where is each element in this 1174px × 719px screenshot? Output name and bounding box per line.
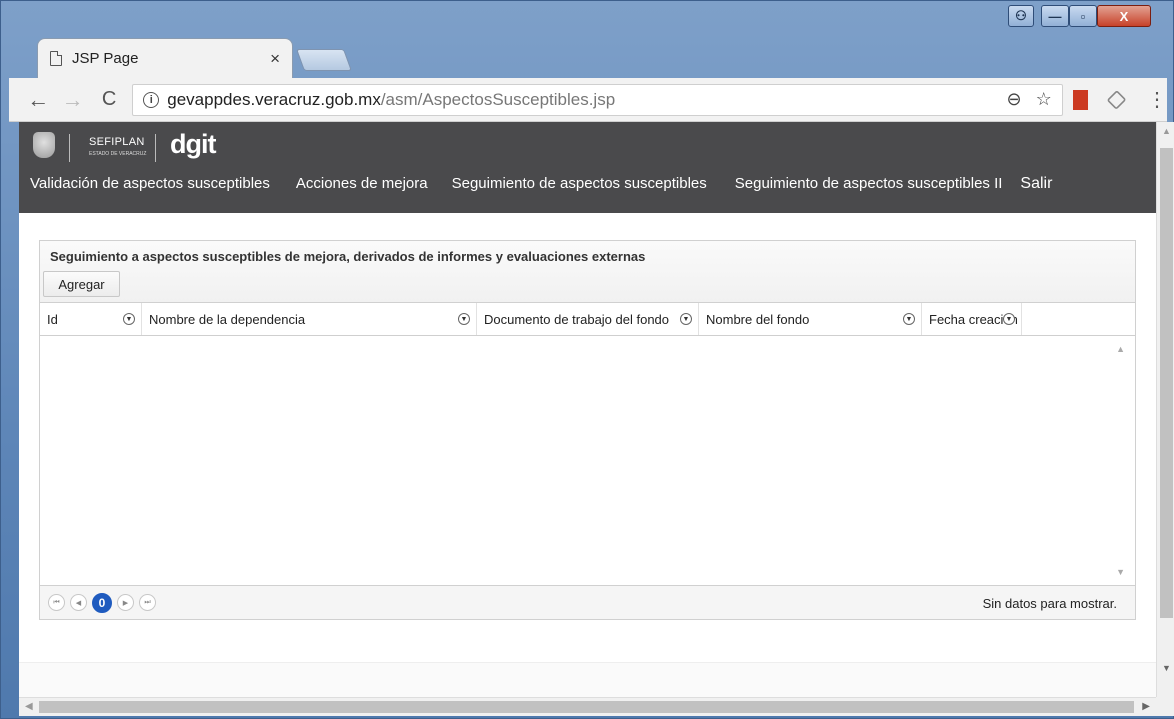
grid-header: Id ▼ Nombre de la dependencia ▼ Document… (40, 303, 1135, 336)
grid-panel: Seguimiento a aspectos susceptibles de m… (39, 240, 1136, 620)
filter-icon[interactable]: ▼ (680, 313, 692, 325)
reload-button[interactable]: C (96, 88, 122, 111)
logo-divider (69, 134, 70, 162)
nav-seguimiento[interactable]: Seguimiento de aspectos susceptibles (452, 175, 707, 193)
address-bar[interactable]: i gevappdes.veracruz.gob.mx /asm/Aspecto… (132, 83, 1063, 116)
panel-title: Seguimiento a aspectos susceptibles de m… (50, 249, 646, 264)
column-header-id[interactable]: Id ▼ (40, 303, 142, 335)
main-nav: Validación de aspectos susceptibles Acci… (30, 175, 1052, 193)
new-tab-button[interactable] (295, 49, 353, 71)
browser-toolbar: ← → C i gevappdes.veracruz.gob.mx /asm/A… (9, 78, 1167, 122)
horizontal-scrollbar[interactable]: ◀ ▶ (19, 697, 1156, 716)
app-header: SEFIPLAN ESTADO DE VERACRUZ dgit Validac… (19, 122, 1156, 213)
first-page-icon[interactable]: ⏮ (48, 594, 65, 611)
vertical-scrollbar[interactable]: ▲ ▼ (1156, 122, 1174, 697)
empty-message: Sin datos para mostrar. (982, 596, 1117, 611)
scroll-thumb[interactable] (39, 701, 1134, 713)
scroll-corner (1156, 697, 1174, 716)
close-tab-icon[interactable]: × (270, 49, 280, 69)
maximize-button[interactable]: ▫ (1069, 5, 1097, 27)
column-label: Documento de trabajo del fondo (484, 311, 670, 327)
pager: ⏮ ◀ 0 ▶ ⏭ Sin datos para mostrar. (40, 586, 1135, 619)
scroll-up-icon[interactable]: ▲ (1116, 344, 1125, 354)
extension-icon[interactable] (1106, 89, 1127, 110)
dgit-logo: dgit (170, 129, 216, 159)
browser-window: ⚇ — ▫ X JSP Page × ← → C i gevappdes.ver… (0, 0, 1174, 719)
scroll-up-icon[interactable]: ▲ (1162, 126, 1171, 136)
scroll-down-icon[interactable]: ▼ (1162, 663, 1171, 673)
next-page-icon[interactable]: ▶ (117, 594, 134, 611)
page-footer (19, 662, 1156, 697)
column-header-documento[interactable]: Documento de trabajo del fondo ▼ (477, 303, 699, 335)
prev-page-icon[interactable]: ◀ (70, 594, 87, 611)
sefiplan-subtitle: ESTADO DE VERACRUZ (89, 151, 147, 157)
column-header-fecha[interactable]: Fecha creación ▼ (922, 303, 1022, 335)
filter-icon[interactable]: ▼ (903, 313, 915, 325)
nav-seguimiento-ii[interactable]: Seguimiento de aspectos susceptibles II (735, 175, 1003, 193)
panel-header: Seguimiento a aspectos susceptibles de m… (40, 241, 1135, 303)
page-icon (50, 51, 62, 66)
current-page-button[interactable]: 0 (92, 592, 112, 613)
column-header-dependencia[interactable]: Nombre de la dependencia ▼ (142, 303, 477, 335)
browser-tab[interactable]: JSP Page × (37, 38, 293, 78)
url-path: /asm/AspectosSusceptibles.jsp (380, 89, 616, 109)
column-header-fondo[interactable]: Nombre del fondo ▼ (699, 303, 922, 335)
column-label: Nombre de la dependencia (149, 311, 306, 327)
last-page-icon[interactable]: ⏭ (139, 594, 156, 611)
filter-icon[interactable]: ▼ (123, 313, 135, 325)
url-host: gevappdes.veracruz.gob.mx (167, 89, 381, 109)
column-label: Nombre del fondo (706, 311, 810, 327)
filter-icon[interactable]: ▼ (458, 313, 470, 325)
scroll-thumb[interactable] (1160, 148, 1173, 618)
scroll-right-icon[interactable]: ▶ (1142, 701, 1150, 712)
nav-acciones-mejora[interactable]: Acciones de mejora (296, 175, 428, 193)
menu-icon[interactable]: ⋮ (1147, 87, 1167, 112)
nav-salir[interactable]: Salir (1020, 175, 1052, 193)
veracruz-crest-logo (33, 132, 55, 158)
sefiplan-logo: SEFIPLAN (89, 136, 145, 148)
zoom-icon[interactable]: ⊖ (1006, 89, 1021, 110)
add-button[interactable]: Agregar (43, 271, 120, 297)
forward-button[interactable]: → (59, 87, 85, 113)
info-icon[interactable]: i (143, 91, 160, 108)
column-header-spacer (1022, 303, 1135, 335)
logo-divider (155, 134, 156, 162)
close-window-button[interactable]: X (1097, 5, 1151, 27)
column-label: Id (47, 311, 58, 327)
scroll-down-icon[interactable]: ▼ (1116, 567, 1125, 577)
filter-icon[interactable]: ▼ (1003, 313, 1015, 325)
nav-validacion[interactable]: Validación de aspectos susceptibles (30, 175, 270, 193)
page-viewport: SEFIPLAN ESTADO DE VERACRUZ dgit Validac… (19, 122, 1156, 697)
grid-body[interactable]: ▲ ▼ (40, 336, 1135, 586)
bookmark-extension-icon[interactable] (1072, 89, 1088, 110)
profile-button[interactable]: ⚇ (1008, 5, 1034, 27)
bookmark-star-icon[interactable]: ☆ (1036, 89, 1052, 110)
scroll-left-icon[interactable]: ◀ (25, 701, 33, 712)
tab-title: JSP Page (72, 50, 139, 67)
back-button[interactable]: ← (25, 87, 51, 113)
minimize-button[interactable]: — (1041, 5, 1069, 27)
